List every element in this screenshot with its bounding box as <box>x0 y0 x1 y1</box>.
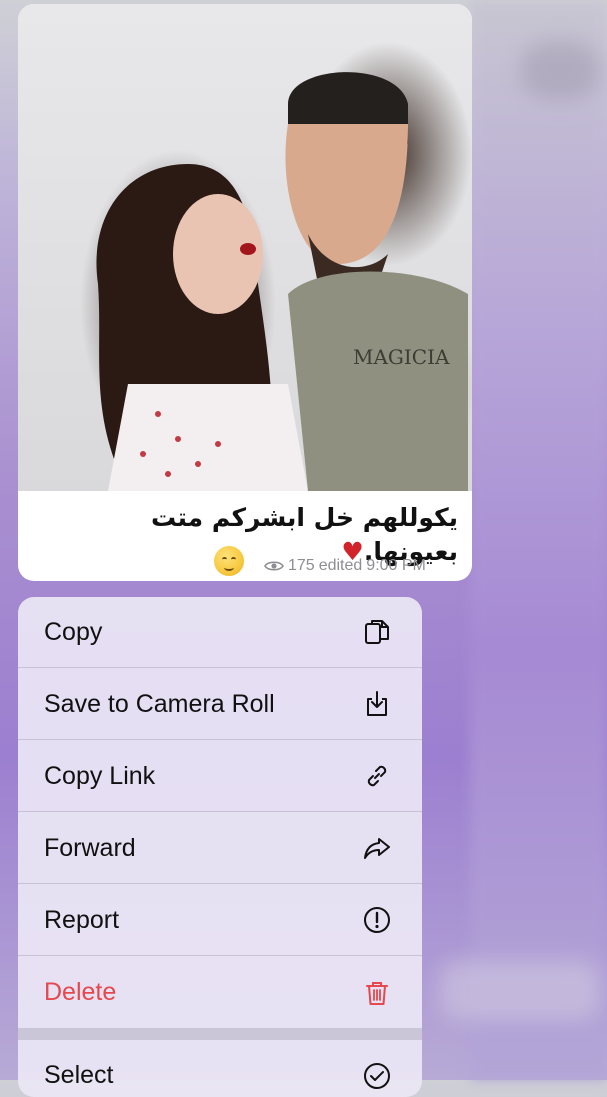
menu-item-report[interactable]: Report <box>18 885 422 956</box>
menu-item-forward[interactable]: Forward <box>18 813 422 884</box>
trash-icon <box>360 976 394 1010</box>
forward-icon <box>360 831 394 865</box>
save-icon <box>360 687 394 721</box>
copy-icon <box>360 615 394 649</box>
photo-person-man: MAGICIA <box>285 72 468 491</box>
message-meta: 175 edited 9:00 PM <box>264 557 426 575</box>
message-photo[interactable]: MAGICIA <box>18 4 472 491</box>
view-count: 175 <box>288 557 315 574</box>
check-circle-icon <box>360 1059 394 1093</box>
menu-item-copy[interactable]: Copy <box>18 597 422 668</box>
eye-icon <box>264 559 284 573</box>
menu-item-copy-link[interactable]: Copy Link <box>18 741 422 812</box>
menu-separator <box>18 1028 422 1040</box>
svg-text:MAGICIA: MAGICIA <box>353 345 450 369</box>
menu-label-report: Report <box>44 905 120 934</box>
context-menu: Copy Save to Camera Roll Copy Link Forwa… <box>18 597 422 1097</box>
report-icon <box>360 903 394 937</box>
caption-emoji-row <box>214 546 244 576</box>
menu-item-delete[interactable]: Delete <box>18 957 422 1028</box>
menu-item-select[interactable]: Select <box>18 1040 422 1097</box>
menu-label-copy: Copy <box>44 617 103 646</box>
menu-item-save-to-camera-roll[interactable]: Save to Camera Roll <box>18 669 422 740</box>
menu-label-select: Select <box>44 1061 114 1089</box>
menu-label-forward: Forward <box>44 833 136 862</box>
menu-label-delete: Delete <box>44 978 117 1006</box>
message-bubble[interactable]: MAGICIA يكوللهم خل ابشركم متت بعيونها.♥ … <box>18 4 472 581</box>
message-time: 9:00 PM <box>366 557 426 574</box>
relieved-face-icon <box>214 546 244 576</box>
link-icon <box>360 759 394 793</box>
menu-label-copy-link: Copy Link <box>44 761 156 790</box>
edited-label: edited <box>318 557 363 574</box>
menu-label-save: Save to Camera Roll <box>44 689 275 718</box>
